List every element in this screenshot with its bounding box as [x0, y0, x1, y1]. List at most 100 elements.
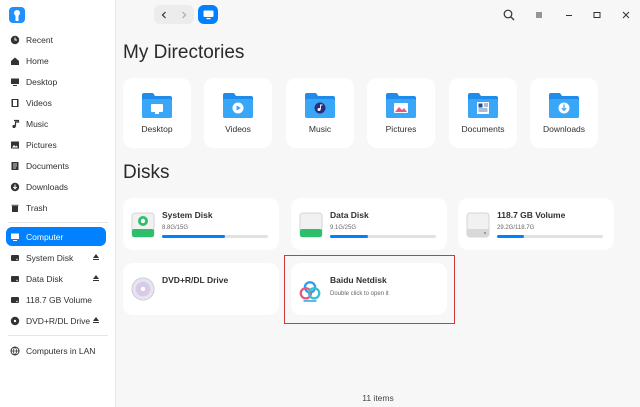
my-directories-heading: My Directories: [123, 42, 245, 63]
disk-usage: 8.8G/15G: [162, 225, 189, 231]
dir-tile-documents[interactable]: Documents: [449, 78, 517, 148]
sidebar-item-trash[interactable]: Trash: [0, 197, 116, 218]
desktop-icon: [10, 77, 20, 87]
disk-name: 118.7 GB Volume: [497, 210, 566, 220]
search-button[interactable]: [502, 8, 516, 22]
hamburger-menu-icon: [536, 12, 542, 18]
sidebar-item-dvd-drive[interactable]: DVD+R/DL Drive: [0, 310, 116, 331]
dir-tile-desktop[interactable]: Desktop: [123, 78, 191, 148]
documents-folder-icon: [468, 93, 498, 118]
videos-folder-icon: [223, 93, 253, 118]
pictures-folder-icon: [386, 93, 416, 118]
disk-icon: [10, 274, 20, 284]
sidebar-item-data-disk[interactable]: Data Disk: [0, 268, 116, 289]
dir-label: Documents: [461, 124, 505, 134]
disk-usage-bar: [330, 235, 436, 238]
disk-name: Data Disk: [330, 210, 369, 220]
disk-icon: [10, 295, 20, 305]
sidebar-item-music[interactable]: Music: [0, 113, 116, 134]
sidebar: Recent Home Desktop Videos Music Picture…: [0, 0, 116, 407]
sidebar-item-downloads[interactable]: Downloads: [0, 176, 116, 197]
sidebar-item-documents[interactable]: Documents: [0, 155, 116, 176]
dir-label: Pictures: [385, 124, 417, 134]
system-disk-icon: [131, 212, 155, 238]
dir-tile-music[interactable]: Music: [286, 78, 354, 148]
disk-card-dvd-drive[interactable]: DVD+R/DL Drive: [123, 263, 279, 315]
sidebar-item-computers-in-lan[interactable]: Computers in LAN: [0, 340, 116, 361]
sidebar-item-label: Computer: [26, 231, 64, 242]
disk-usage: 9.1G/25G: [330, 225, 357, 231]
disk-usage-bar: [162, 235, 268, 238]
eject-icon[interactable]: [92, 316, 100, 324]
dir-tile-videos[interactable]: Videos: [204, 78, 272, 148]
disk-usage-fill: [330, 235, 369, 238]
sidebar-item-label: System Disk: [26, 252, 74, 263]
close-button[interactable]: [619, 8, 633, 22]
desktop-folder-icon: [142, 93, 172, 118]
computer-view-button[interactable]: [198, 5, 218, 24]
disk-card-volume[interactable]: 118.7 GB Volume 29.2G/118.7G: [458, 198, 614, 250]
sidebar-item-home[interactable]: Home: [0, 50, 116, 71]
computer-icon: [10, 232, 20, 242]
dir-label: Music: [308, 124, 332, 134]
file-manager-logo-icon[interactable]: [7, 5, 27, 25]
minimize-button[interactable]: [562, 8, 576, 22]
dir-tile-pictures[interactable]: Pictures: [367, 78, 435, 148]
film-icon: [10, 98, 20, 108]
data-disk-icon: [299, 212, 323, 238]
maximize-icon: [593, 12, 601, 18]
minimize-icon: [566, 15, 572, 16]
sidebar-item-volume[interactable]: 118.7 GB Volume: [0, 289, 116, 310]
selection-highlight: [284, 255, 455, 324]
back-button[interactable]: [154, 5, 174, 24]
sidebar-item-label: Documents: [26, 160, 69, 171]
sidebar-item-computer[interactable]: Computer: [6, 227, 106, 246]
sidebar-nav: Recent Home Desktop Videos Music Picture…: [0, 29, 116, 361]
optical-disc-icon: [131, 277, 155, 301]
close-icon: [622, 11, 630, 19]
optical-disc-icon: [10, 316, 20, 326]
document-icon: [10, 161, 20, 171]
disk-icon: [10, 253, 20, 263]
disk-name: System Disk: [162, 210, 213, 220]
disk-card-system-disk[interactable]: System Disk 8.8G/15G: [123, 198, 279, 250]
disk-usage-bar: [497, 235, 603, 238]
dir-tile-downloads[interactable]: Downloads: [530, 78, 598, 148]
sidebar-divider: [8, 222, 108, 223]
chevron-left-icon: [161, 11, 166, 18]
sidebar-item-pictures[interactable]: Pictures: [0, 134, 116, 155]
clock-icon: [10, 35, 20, 45]
disk-usage-fill: [497, 235, 524, 238]
computer-icon: [203, 10, 213, 19]
menu-button[interactable]: [532, 8, 546, 22]
volume-disk-icon: [466, 212, 490, 238]
sidebar-item-desktop[interactable]: Desktop: [0, 71, 116, 92]
disk-card-data-disk[interactable]: Data Disk 9.1G/25G: [291, 198, 447, 250]
sidebar-item-label: Data Disk: [26, 273, 63, 284]
sidebar-item-label: Downloads: [26, 181, 69, 192]
dir-label: Videos: [225, 124, 251, 134]
music-note-icon: [10, 119, 20, 129]
disk-name: DVD+R/DL Drive: [162, 275, 229, 285]
forward-button[interactable]: [174, 5, 194, 24]
sidebar-item-label: Trash: [26, 202, 48, 213]
sidebar-item-label: Music: [26, 118, 49, 129]
disk-usage: 29.2G/118.7G: [497, 225, 535, 231]
download-icon: [10, 182, 20, 192]
sidebar-item-label: 118.7 GB Volume: [26, 294, 92, 305]
sidebar-item-label: DVD+R/DL Drive: [26, 315, 91, 326]
network-icon: [10, 346, 20, 356]
picture-icon: [10, 140, 20, 150]
home-icon: [10, 56, 20, 66]
eject-icon[interactable]: [92, 253, 100, 261]
sidebar-item-label: Videos: [26, 97, 52, 108]
sidebar-item-recent[interactable]: Recent: [0, 29, 116, 50]
maximize-button[interactable]: [590, 8, 604, 22]
sidebar-item-system-disk[interactable]: System Disk: [0, 247, 116, 268]
sidebar-item-label: Computers in LAN: [26, 345, 96, 356]
disk-usage-fill: [162, 235, 225, 238]
sidebar-item-label: Home: [26, 55, 49, 66]
chevron-right-icon: [182, 11, 187, 18]
sidebar-item-videos[interactable]: Videos: [0, 92, 116, 113]
eject-icon[interactable]: [92, 274, 100, 282]
